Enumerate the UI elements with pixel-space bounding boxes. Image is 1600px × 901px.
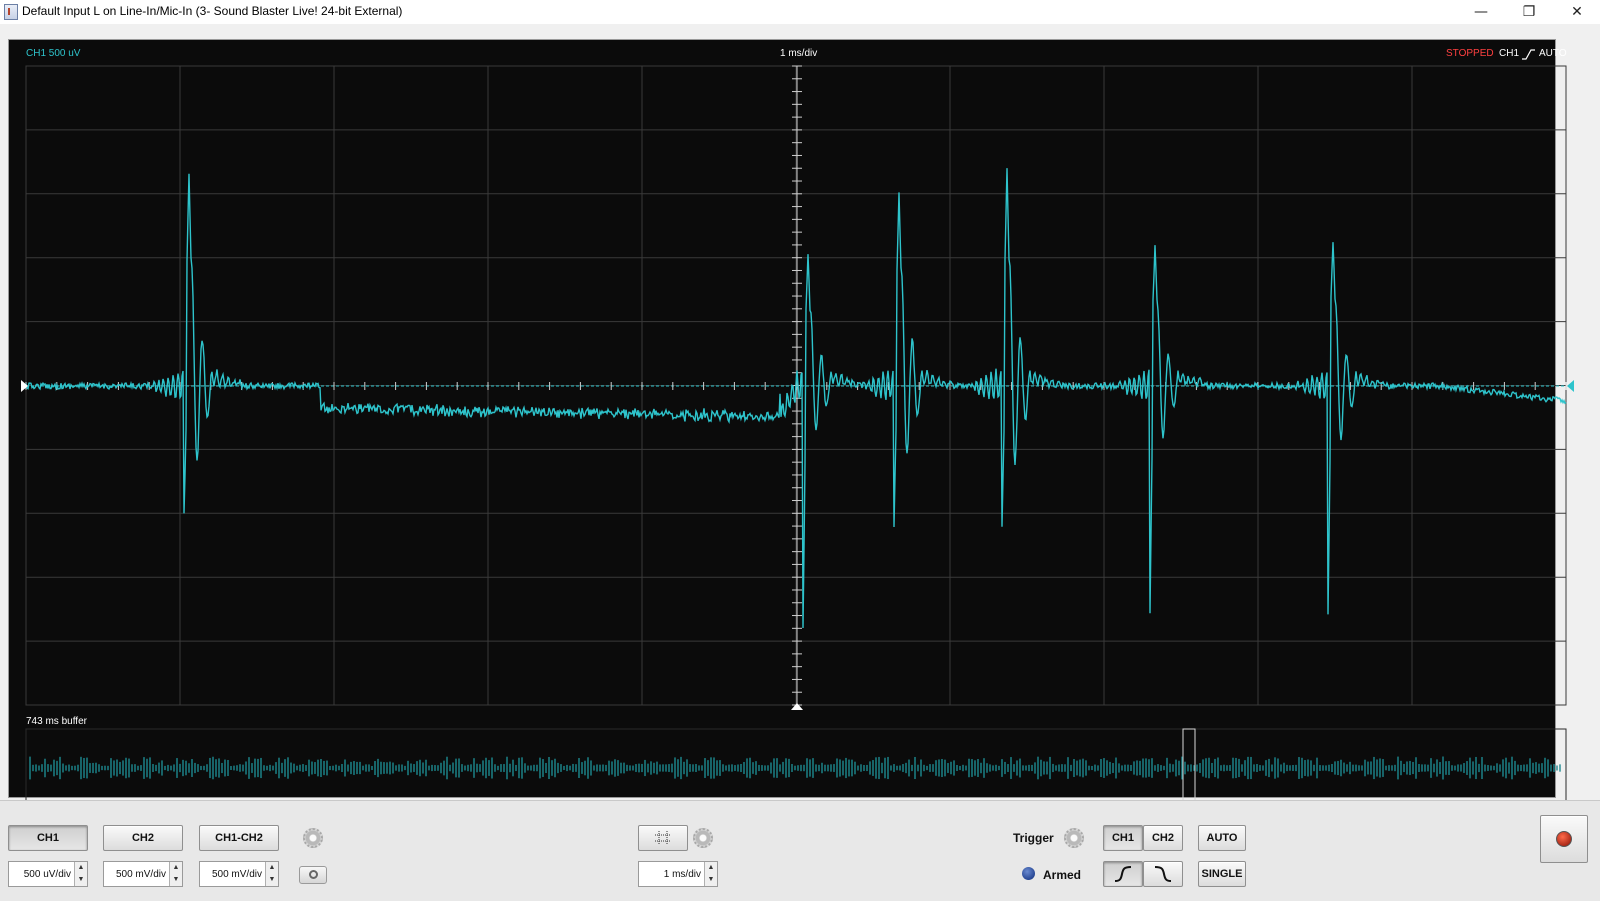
trigger-ch2-button[interactable]: CH2 [1143, 825, 1183, 851]
armed-indicator-icon [1022, 867, 1035, 880]
ch2-scale-down-icon[interactable]: ▼ [170, 874, 182, 886]
grid-icon [655, 831, 671, 845]
ch1-scale-value[interactable]: 500 uV/div [9, 862, 75, 886]
title-bar: Default Input L on Line-In/Mic-In (3- So… [0, 0, 1600, 24]
ch1-scale-spinner[interactable]: 500 uV/div ▲ ▼ [8, 861, 88, 887]
buffer-length-label: 743 ms buffer [26, 716, 87, 727]
ch1-scale-readout: CH1 500 uV [26, 48, 81, 59]
rising-edge-button-icon [1114, 866, 1132, 882]
control-panel: CH1 CH2 CH1-CH2 500 uV/div ▲ ▼ 500 mV/div… [0, 800, 1600, 901]
trigger-mode-readout: AUTO [1539, 48, 1567, 59]
armed-label: Armed [1043, 868, 1082, 882]
window-title: Default Input L on Line-In/Mic-In (3- So… [22, 4, 403, 18]
trigger-label: Trigger [1013, 831, 1054, 845]
restore-button[interactable]: ❐ [1506, 0, 1552, 24]
channel-settings-gear-icon[interactable] [303, 828, 323, 848]
falling-edge-button-icon [1154, 866, 1172, 882]
run-stop-button[interactable] [1540, 815, 1588, 863]
ch2-scale-spinner[interactable]: 500 mV/div ▲ ▼ [103, 861, 183, 887]
timebase-readout: 1 ms/div [780, 48, 818, 59]
ch1-scale-up-icon[interactable]: ▲ [75, 862, 87, 874]
diff-scale-spinner[interactable]: 500 mV/div ▲ ▼ [199, 861, 279, 887]
ch1-minus-ch2-button[interactable]: CH1-CH2 [199, 825, 279, 851]
minimize-button[interactable]: — [1458, 0, 1504, 24]
ch1-scale-down-icon[interactable]: ▼ [75, 874, 87, 886]
diff-scale-down-icon[interactable]: ▼ [266, 874, 278, 886]
timebase-down-icon[interactable]: ▼ [705, 874, 717, 886]
auto-trigger-button[interactable]: AUTO [1198, 825, 1246, 851]
rising-edge-button[interactable] [1103, 861, 1143, 887]
timebase-spinner[interactable]: 1 ms/div ▲ ▼ [638, 861, 718, 887]
ch1-button[interactable]: CH1 [8, 825, 88, 851]
oscilloscope-display [8, 39, 1556, 798]
java-app-icon [4, 4, 18, 20]
diff-scale-value[interactable]: 500 mV/div [200, 862, 266, 886]
status-stopped: STOPPED [1446, 48, 1494, 59]
single-trigger-button[interactable]: SINGLE [1198, 861, 1246, 887]
ch2-scale-up-icon[interactable]: ▲ [170, 862, 182, 874]
timebase-value[interactable]: 1 ms/div [639, 862, 705, 886]
timebase-up-icon[interactable]: ▲ [705, 862, 717, 874]
trigger-settings-gear-icon[interactable] [1064, 828, 1084, 848]
grid-toggle-button[interactable] [638, 825, 688, 851]
record-icon [1556, 831, 1572, 847]
trigger-channel-readout: CH1 [1499, 48, 1520, 59]
close-button[interactable]: ✕ [1554, 0, 1600, 24]
display-settings-gear-icon[interactable] [693, 828, 713, 848]
trigger-level-marker [1567, 380, 1574, 392]
ch2-scale-value[interactable]: 500 mV/div [104, 862, 170, 886]
camera-screenshot-icon[interactable] [299, 866, 327, 884]
falling-edge-button[interactable] [1143, 861, 1183, 887]
diff-scale-up-icon[interactable]: ▲ [266, 862, 278, 874]
trigger-ch1-button[interactable]: CH1 [1103, 825, 1143, 851]
ch2-button[interactable]: CH2 [103, 825, 183, 851]
